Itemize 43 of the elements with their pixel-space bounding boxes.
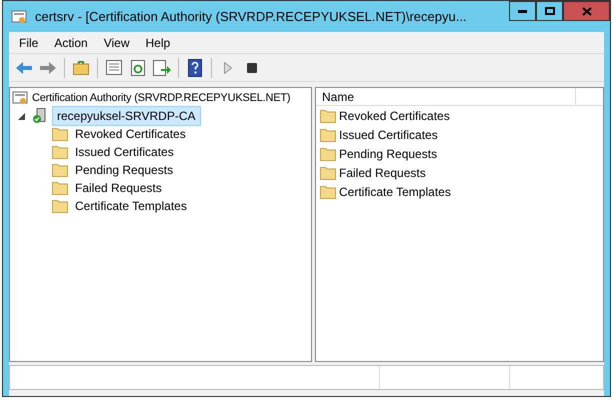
export-icon — [153, 60, 171, 76]
left-arrow-icon — [15, 60, 33, 74]
window-title: certsrv - [Certification Authority (SRVRDP.RECEPYUKSEL.NET)\recepyu... — [35, 8, 467, 26]
maximize-button[interactable] — [536, 1, 563, 21]
folder-icon — [320, 184, 336, 198]
tree-item[interactable]: Certificate Templates — [75, 197, 187, 215]
window-icon — [106, 60, 122, 75]
tree-item[interactable]: Failed Requests — [75, 179, 162, 197]
list-item[interactable]: Failed Requests — [339, 164, 426, 182]
folder-icon — [320, 108, 336, 122]
folder-icon — [320, 146, 336, 160]
folder-icon — [320, 128, 336, 142]
column-header[interactable]: Name — [316, 88, 576, 105]
tree-item[interactable]: recepyuksel-SRVRDP-CA — [52, 106, 200, 126]
tree-item[interactable]: Pending Requests — [75, 161, 174, 179]
folder-icon — [52, 199, 68, 213]
list-item[interactable]: Pending Requests — [339, 144, 438, 162]
folder-icon — [52, 181, 68, 195]
stop-icon — [247, 62, 257, 72]
folder-icon — [52, 145, 68, 159]
list-item[interactable]: Issued Certificates — [339, 126, 438, 144]
menu-item[interactable]: View — [98, 34, 136, 52]
folder-icon — [320, 166, 336, 180]
help-icon — [188, 58, 202, 76]
server-check-icon — [32, 108, 48, 124]
right-arrow-icon — [39, 60, 57, 74]
expander-icon[interactable] — [18, 112, 25, 120]
tree-item[interactable]: Issued Certificates — [75, 143, 174, 161]
certificate-icon — [12, 90, 28, 106]
close-button[interactable] — [563, 1, 610, 21]
certificate-icon — [11, 8, 27, 24]
tree-item[interactable]: Certification Authority (SRVRDP.RECEPYUKSEL.NET) — [32, 90, 290, 106]
refresh-icon — [131, 60, 145, 76]
list-item[interactable]: Revoked Certificates — [339, 106, 450, 124]
menu-item[interactable]: File — [13, 34, 44, 52]
close-icon — [582, 6, 592, 16]
menu-item[interactable]: Help — [140, 34, 176, 52]
play-icon — [224, 62, 232, 74]
list-item[interactable]: Certificate Templates — [339, 182, 451, 200]
minimize-button[interactable] — [509, 1, 536, 21]
menu-item[interactable]: Action — [48, 34, 94, 52]
tree-item[interactable]: Revoked Certificates — [75, 125, 186, 143]
folder-icon — [52, 163, 68, 177]
